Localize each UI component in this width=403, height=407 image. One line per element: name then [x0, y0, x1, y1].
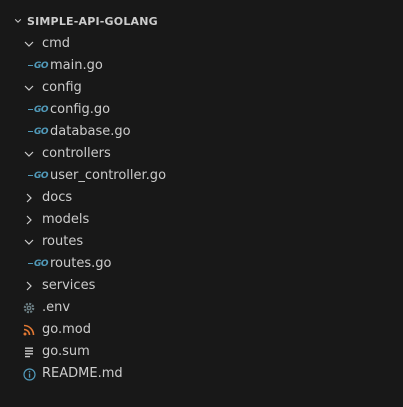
- tree-file-readme[interactable]: README.md: [0, 363, 403, 385]
- chevron-right-icon: [22, 191, 36, 205]
- tree-item-label: user_controller.go: [50, 168, 167, 183]
- lines-icon: [22, 345, 36, 359]
- tree-folder-services[interactable]: services: [0, 275, 403, 297]
- tree-folder-docs[interactable]: docs: [0, 187, 403, 209]
- info-icon: [22, 367, 36, 381]
- rss-icon: [22, 323, 36, 337]
- tree-file-go-mod[interactable]: go.mod: [0, 319, 403, 341]
- tree-file-main-go[interactable]: GO main.go: [0, 55, 403, 77]
- chevron-down-icon: [22, 37, 36, 51]
- chevron-down-icon: [22, 235, 36, 249]
- file-explorer: SIMPLE-API-GOLANG cmd GO main.go config …: [0, 0, 403, 407]
- tree-item-label: controllers: [42, 146, 111, 161]
- go-file-icon: GO: [28, 59, 49, 73]
- tree-item-label: README.md: [42, 366, 123, 381]
- tree-item-label: routes: [42, 234, 84, 249]
- chevron-down-icon: [22, 147, 36, 161]
- tree-item-label: database.go: [50, 124, 131, 139]
- chevron-down-icon: [14, 19, 22, 23]
- tree-item-label: docs: [42, 190, 73, 205]
- tree-file-env[interactable]: .env: [0, 297, 403, 319]
- explorer-root-label: SIMPLE-API-GOLANG: [27, 14, 158, 28]
- gear-icon: [22, 301, 36, 315]
- chevron-down-icon: [22, 81, 36, 95]
- tree-item-label: main.go: [50, 58, 103, 73]
- tree-item-label: cmd: [42, 36, 71, 51]
- go-file-icon: GO: [28, 257, 49, 271]
- tree-item-label: .env: [42, 300, 71, 315]
- tree-item-label: models: [42, 212, 90, 227]
- go-file-icon: GO: [28, 169, 49, 183]
- tree-folder-controllers[interactable]: controllers: [0, 143, 403, 165]
- tree-file-config-go[interactable]: GO config.go: [0, 99, 403, 121]
- tree-item-label: config.go: [50, 102, 111, 117]
- tree-folder-routes[interactable]: routes: [0, 231, 403, 253]
- tree-item-label: config: [42, 80, 82, 95]
- tree-folder-models[interactable]: models: [0, 209, 403, 231]
- tree-file-database-go[interactable]: GO database.go: [0, 121, 403, 143]
- file-tree: cmd GO main.go config GO config.go GO da…: [0, 33, 403, 385]
- go-file-icon: GO: [28, 125, 49, 139]
- tree-file-go-sum[interactable]: go.sum: [0, 341, 403, 363]
- tree-file-routes-go[interactable]: GO routes.go: [0, 253, 403, 275]
- explorer-root-header[interactable]: SIMPLE-API-GOLANG: [14, 12, 158, 30]
- go-file-icon: GO: [28, 103, 49, 117]
- tree-item-label: services: [42, 278, 96, 293]
- chevron-right-icon: [22, 279, 36, 293]
- tree-file-user-controller-go[interactable]: GO user_controller.go: [0, 165, 403, 187]
- tree-item-label: go.sum: [42, 344, 90, 359]
- tree-folder-config[interactable]: config: [0, 77, 403, 99]
- tree-item-label: routes.go: [50, 256, 112, 271]
- chevron-right-icon: [22, 213, 36, 227]
- tree-item-label: go.mod: [42, 322, 91, 337]
- tree-folder-cmd[interactable]: cmd: [0, 33, 403, 55]
